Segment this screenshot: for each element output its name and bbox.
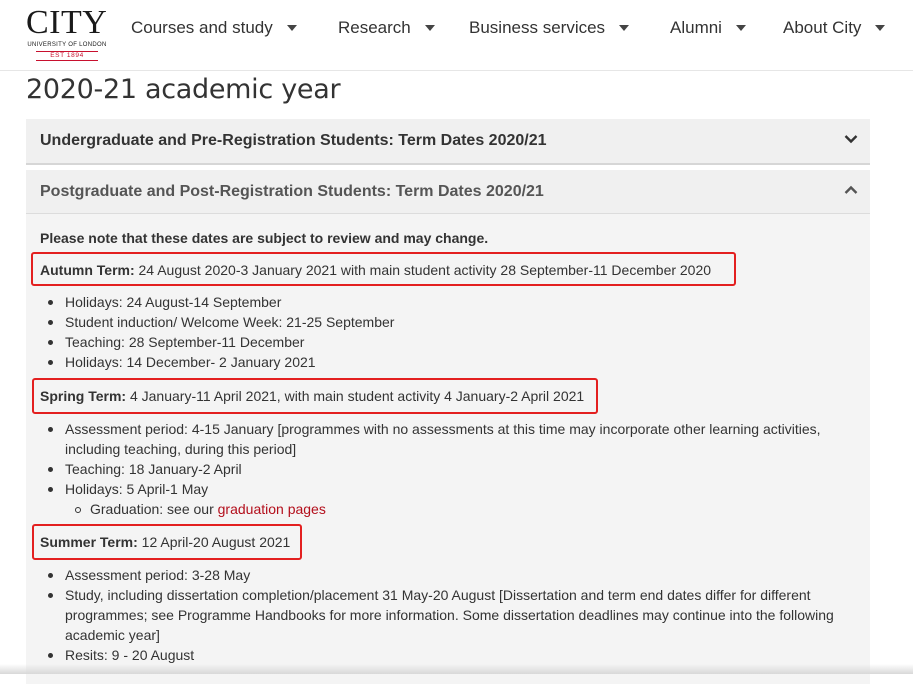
list-item: Student induction/ Welcome Week: 21-25 S… (40, 312, 840, 332)
list-item: Holidays: 24 August-14 September (40, 292, 840, 312)
nav-business-services[interactable]: Business services (469, 18, 630, 42)
logo-wordmark: CITY (26, 4, 108, 41)
bottom-fade (0, 664, 913, 674)
chevron-down-icon (844, 135, 858, 144)
caret-down-icon (619, 24, 630, 31)
accordion-title: Postgraduate and Post-Registration Stude… (40, 183, 544, 200)
spring-term-line: Spring Term: 4 January-11 April 2021, wi… (40, 388, 584, 404)
accordion-undergraduate[interactable]: Undergraduate and Pre-Registration Stude… (26, 119, 870, 165)
list-item: Study, including dissertation completion… (40, 585, 840, 645)
list-item: Resits: 9 - 20 August (40, 645, 840, 665)
autumn-term-list: Holidays: 24 August-14 September Student… (40, 292, 840, 372)
nav-research[interactable]: Research (338, 18, 435, 42)
spring-term-list: Assessment period: 4-15 January [program… (40, 419, 840, 519)
list-item: Assessment period: 3-28 May (40, 565, 840, 585)
page-title: 2020-21 academic year (26, 74, 341, 105)
nav-label: Business services (469, 18, 606, 37)
list-item: Assessment period: 4-15 January [program… (40, 419, 840, 459)
caret-down-icon (424, 24, 435, 31)
nav-about-city[interactable]: About City (783, 18, 886, 42)
spring-term-text: 4 January-11 April 2021, with main stude… (126, 388, 585, 404)
list-item: Teaching: 18 January-2 April (40, 459, 840, 479)
autumn-term-text: 24 August 2020-3 January 2021 with main … (134, 262, 712, 278)
graduation-pages-link[interactable]: graduation pages (218, 501, 326, 517)
autumn-term-line: Autumn Term: 24 August 2020-3 January 20… (40, 262, 711, 278)
list-item: Holidays: 5 April-1 May (40, 479, 840, 499)
spring-term-label: Spring Term: (40, 388, 127, 404)
summer-term-text: 12 April-20 August 2021 (137, 534, 291, 550)
graduation-prefix: Graduation: see our (90, 501, 218, 517)
nav-alumni[interactable]: Alumni (670, 18, 746, 42)
logo-est: EST 1894 (36, 51, 98, 61)
city-logo[interactable]: CITY UNIVERSITY OF LONDON EST 1894 (26, 4, 108, 61)
caret-down-icon (875, 24, 886, 31)
summer-term-label: Summer Term: (40, 534, 138, 550)
review-note: Please note that these dates are subject… (40, 230, 489, 246)
nav-courses-and-study[interactable]: Courses and study (131, 18, 297, 42)
caret-down-icon (735, 24, 746, 31)
nav-label: Courses and study (131, 18, 273, 37)
chevron-up-icon (844, 185, 858, 194)
summer-term-line: Summer Term: 12 April-20 August 2021 (40, 534, 290, 550)
accordion-title: Undergraduate and Pre-Registration Stude… (40, 132, 547, 149)
list-item-graduation: Graduation: see our graduation pages (40, 499, 840, 519)
list-item: Holidays: 14 December- 2 January 2021 (40, 352, 840, 372)
caret-down-icon (286, 24, 297, 31)
list-item: Teaching: 28 September-11 December (40, 332, 840, 352)
nav-label: Alumni (670, 18, 722, 37)
accordion-postgraduate[interactable]: Postgraduate and Post-Registration Stude… (26, 170, 870, 214)
site-header: CITY UNIVERSITY OF LONDON EST 1894 Cours… (0, 0, 913, 71)
logo-subtitle: UNIVERSITY OF LONDON (27, 42, 107, 48)
nav-label: About City (783, 18, 862, 37)
summer-term-list: Assessment period: 3-28 May Study, inclu… (40, 565, 840, 665)
nav-label: Research (338, 18, 411, 37)
autumn-term-label: Autumn Term: (40, 262, 135, 278)
